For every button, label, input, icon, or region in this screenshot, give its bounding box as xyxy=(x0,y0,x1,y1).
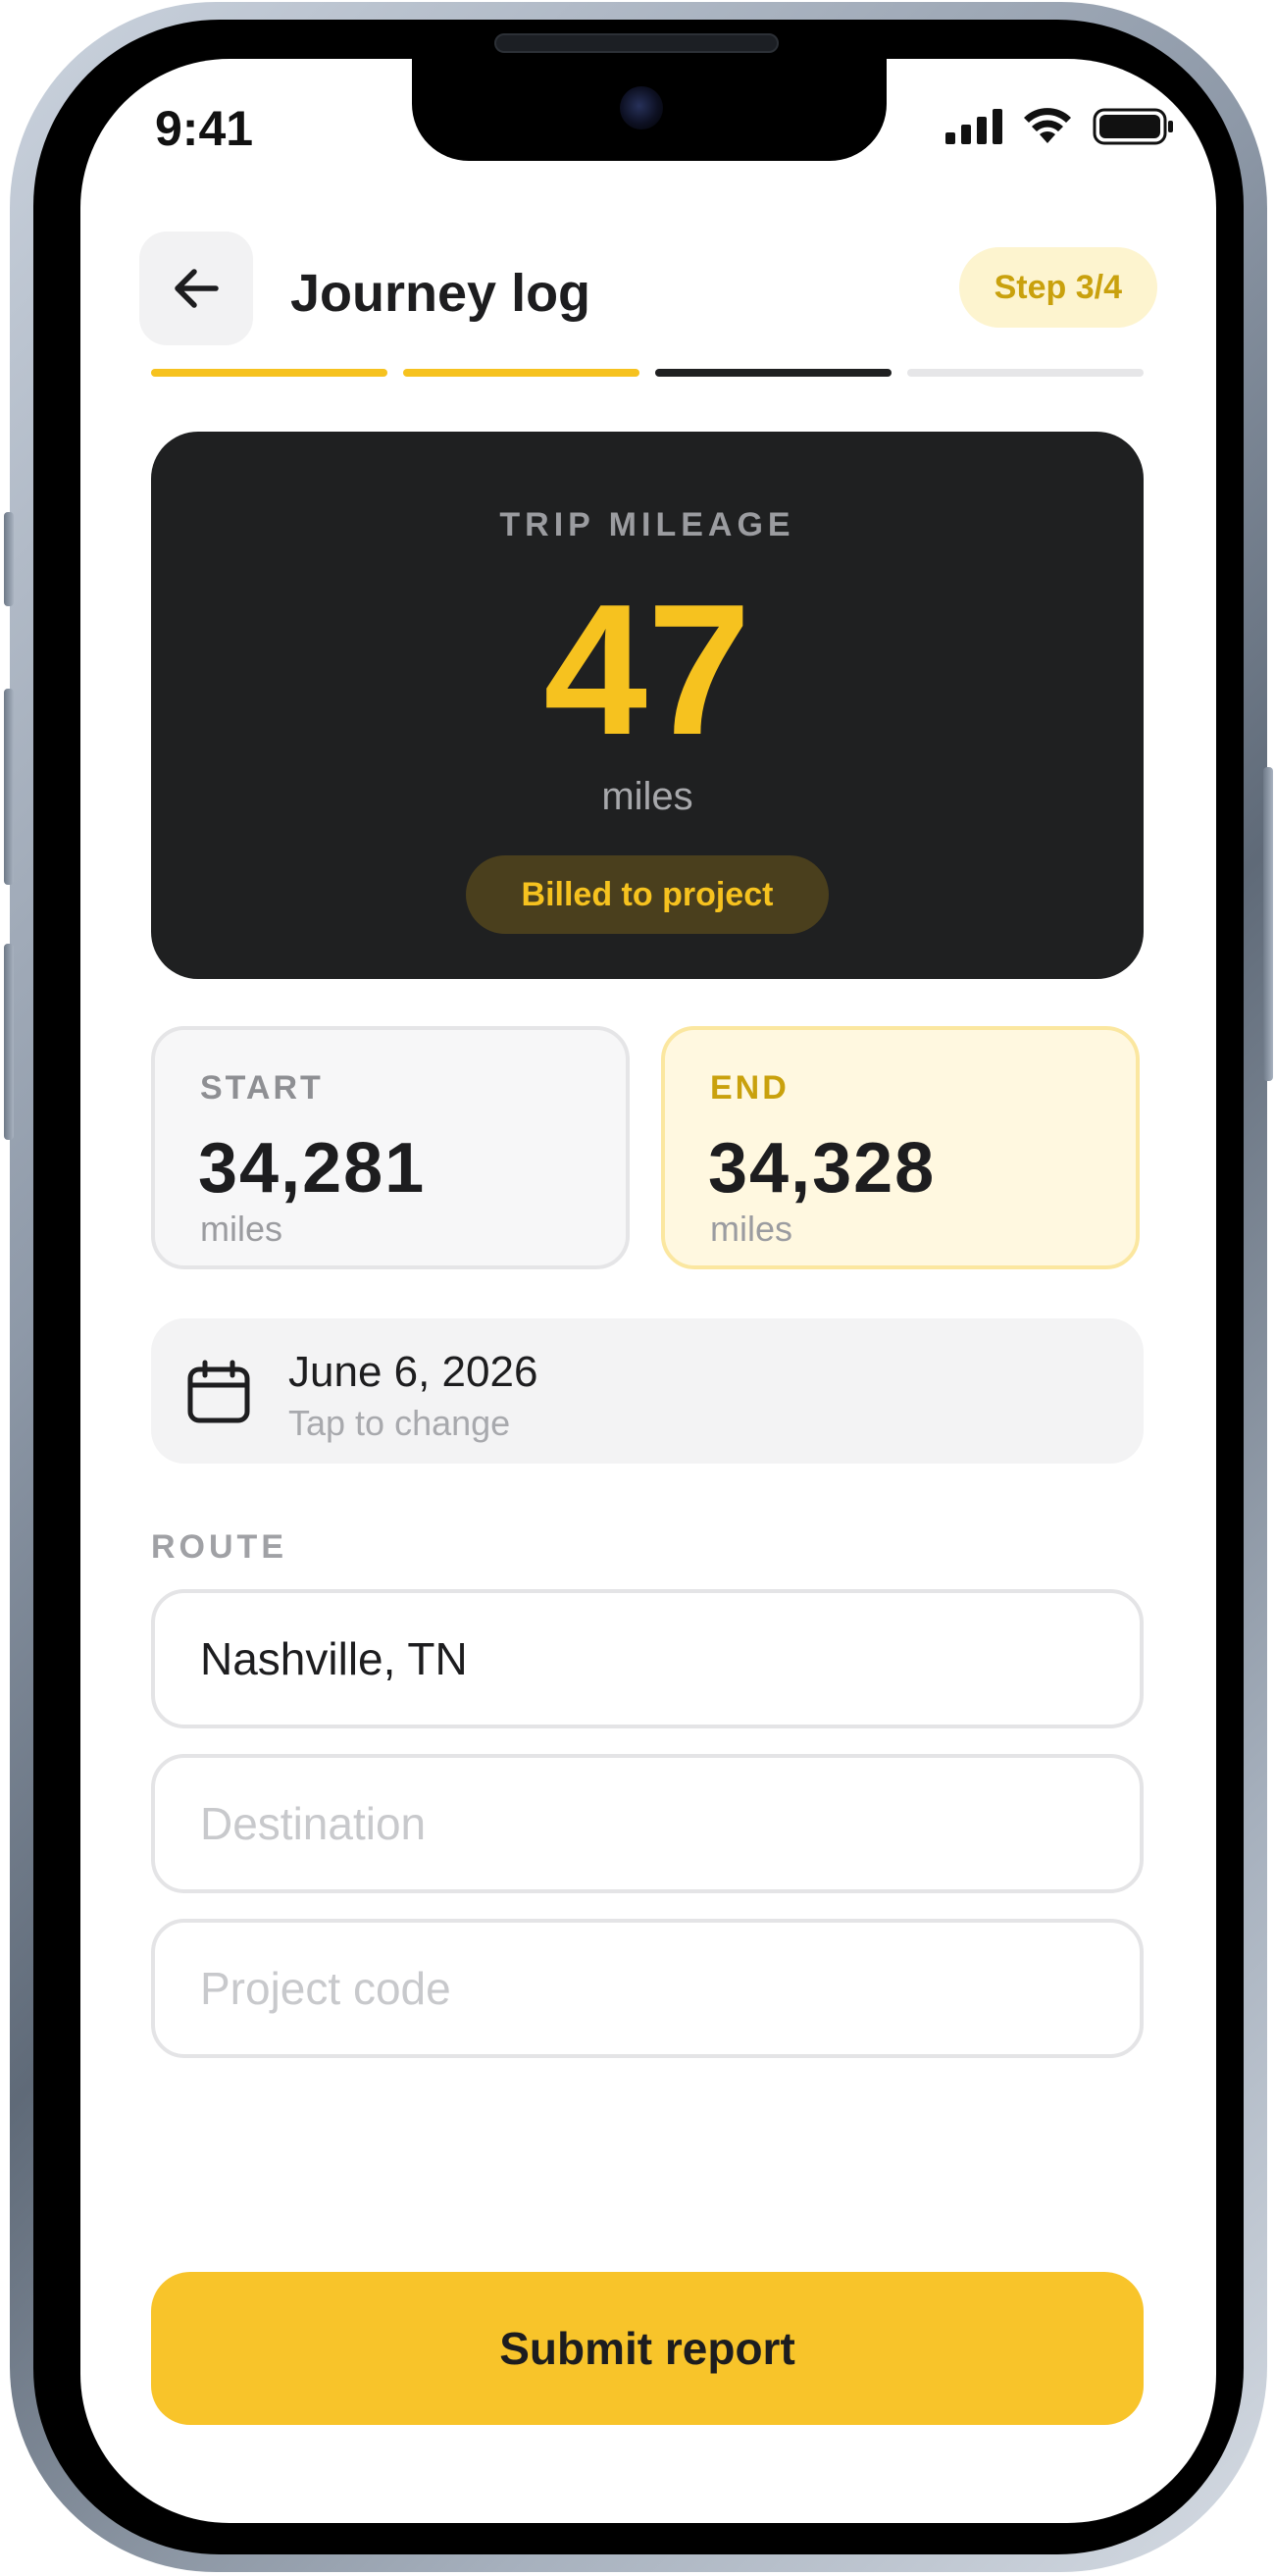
power-button xyxy=(1263,767,1273,1081)
end-label: END xyxy=(710,1069,790,1107)
date-value: June 6, 2026 xyxy=(288,1348,538,1396)
end-value: 34,328 xyxy=(708,1129,937,1208)
progress-segment-3 xyxy=(655,369,892,377)
date-hint: Tap to change xyxy=(288,1403,511,1443)
phone-frame: 9:41 Journey log Step 3/4 TRIP MILEAGE 4… xyxy=(4,2,1273,2572)
start-unit: miles xyxy=(200,1209,283,1249)
start-odometer-card[interactable]: START 34,281 miles xyxy=(151,1026,630,1269)
submit-report-button[interactable]: Submit report xyxy=(151,2272,1144,2425)
dynamic-notch xyxy=(412,59,887,161)
progress-segment-2 xyxy=(403,369,639,377)
status-icons xyxy=(945,108,1175,145)
step-badge: Step 3/4 xyxy=(958,247,1157,328)
earpiece-speaker xyxy=(494,33,779,53)
wifi-icon xyxy=(1024,108,1071,143)
trip-mileage-label: TRIP MILEAGE xyxy=(499,506,795,543)
volume-up-button xyxy=(4,689,14,885)
date-picker-row[interactable]: June 6, 2026 Tap to change xyxy=(151,1318,1144,1464)
status-time: 9:41 xyxy=(155,101,254,156)
back-button[interactable] xyxy=(139,232,253,345)
top-bar: Journey log Step 3/4 xyxy=(139,232,1157,345)
start-value: 34,281 xyxy=(198,1129,427,1208)
trip-mileage-value: 47 xyxy=(543,566,751,774)
mute-switch xyxy=(4,512,14,606)
cellular-signal-icon xyxy=(945,109,1002,144)
end-unit: miles xyxy=(710,1209,793,1249)
app-screen: 9:41 Journey log Step 3/4 TRIP MILEAGE 4… xyxy=(80,59,1216,2523)
end-odometer-card[interactable]: END 34,328 miles xyxy=(661,1026,1140,1269)
step-progress-bar xyxy=(151,369,1144,379)
page-title: Journey log xyxy=(290,264,591,323)
progress-segment-1 xyxy=(151,369,387,377)
destination-input[interactable] xyxy=(151,1754,1144,1893)
project-code-input[interactable] xyxy=(151,1919,1144,2058)
route-section-label: ROUTE xyxy=(151,1528,287,1566)
front-camera xyxy=(620,86,663,129)
trip-mileage-card: TRIP MILEAGE 47 miles Billed to project xyxy=(151,432,1144,979)
calendar-icon xyxy=(187,1360,250,1423)
start-label: START xyxy=(200,1069,324,1107)
origin-input[interactable] xyxy=(151,1589,1144,1728)
progress-segment-4 xyxy=(907,369,1144,377)
billed-to-project-badge: Billed to project xyxy=(466,855,829,934)
arrow-left-icon xyxy=(175,269,219,308)
trip-mileage-unit: miles xyxy=(601,775,693,818)
battery-icon xyxy=(1093,108,1173,145)
volume-down-button xyxy=(4,944,14,1140)
